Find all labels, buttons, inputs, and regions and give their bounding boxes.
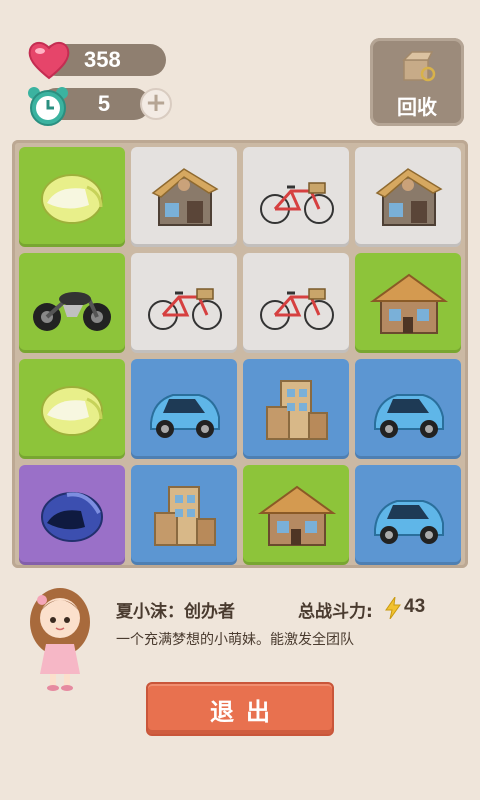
car-icon <box>374 500 444 544</box>
recycle-box-icon <box>402 51 436 82</box>
timer-value: 5 <box>97 91 111 116</box>
bicycle-icon <box>260 182 334 224</box>
game-board <box>12 140 468 568</box>
board-tile[interactable] <box>243 253 349 353</box>
hearts-value: 358 <box>84 47 121 72</box>
building-icon <box>154 486 216 546</box>
board-tile[interactable] <box>19 465 125 565</box>
lightning-bolt-icon <box>385 597 401 619</box>
character-avatar <box>30 588 90 691</box>
board-tile[interactable] <box>355 147 461 247</box>
shop-icon <box>151 168 219 226</box>
recycle-label: 回收 <box>397 95 437 119</box>
helmet-yellow-icon <box>41 174 103 224</box>
car-icon <box>150 394 220 438</box>
heart-icon <box>28 42 70 80</box>
house-icon <box>257 485 337 546</box>
board-tile[interactable] <box>243 147 349 247</box>
board-tile[interactable] <box>355 253 461 353</box>
motorcycle-icon <box>33 292 111 331</box>
character-name: 夏小沫：创办者 <box>116 602 235 622</box>
character-description: 一个充满梦想的小萌妹。能激发全团队 <box>116 632 354 648</box>
board-tile[interactable] <box>19 359 125 459</box>
add-time-button[interactable]: + <box>140 88 172 120</box>
power-value: 43 <box>404 596 426 617</box>
alarm-clock-icon <box>28 87 68 126</box>
board-tile[interactable] <box>243 359 349 459</box>
board-tile[interactable] <box>19 147 125 247</box>
board-tile[interactable] <box>131 359 237 459</box>
house-icon <box>369 273 449 334</box>
helmet-purple-icon <box>41 492 103 542</box>
board-tile[interactable] <box>131 465 237 565</box>
bicycle-icon <box>260 288 334 330</box>
board-tile[interactable] <box>243 465 349 565</box>
board-tile[interactable] <box>355 359 461 459</box>
bicycle-icon <box>148 288 222 330</box>
exit-button[interactable]: 退出 <box>146 682 334 736</box>
helmet-yellow-icon <box>41 386 103 436</box>
car-icon <box>374 394 444 438</box>
board-tile[interactable] <box>19 253 125 353</box>
board-tile[interactable] <box>131 253 237 353</box>
building-icon <box>266 380 328 440</box>
power-label: 总战斗力: <box>298 602 373 622</box>
recycle-button[interactable]: 回收 <box>370 38 464 126</box>
board-tile[interactable] <box>131 147 237 247</box>
board-tile[interactable] <box>355 465 461 565</box>
shop-icon <box>375 168 443 226</box>
